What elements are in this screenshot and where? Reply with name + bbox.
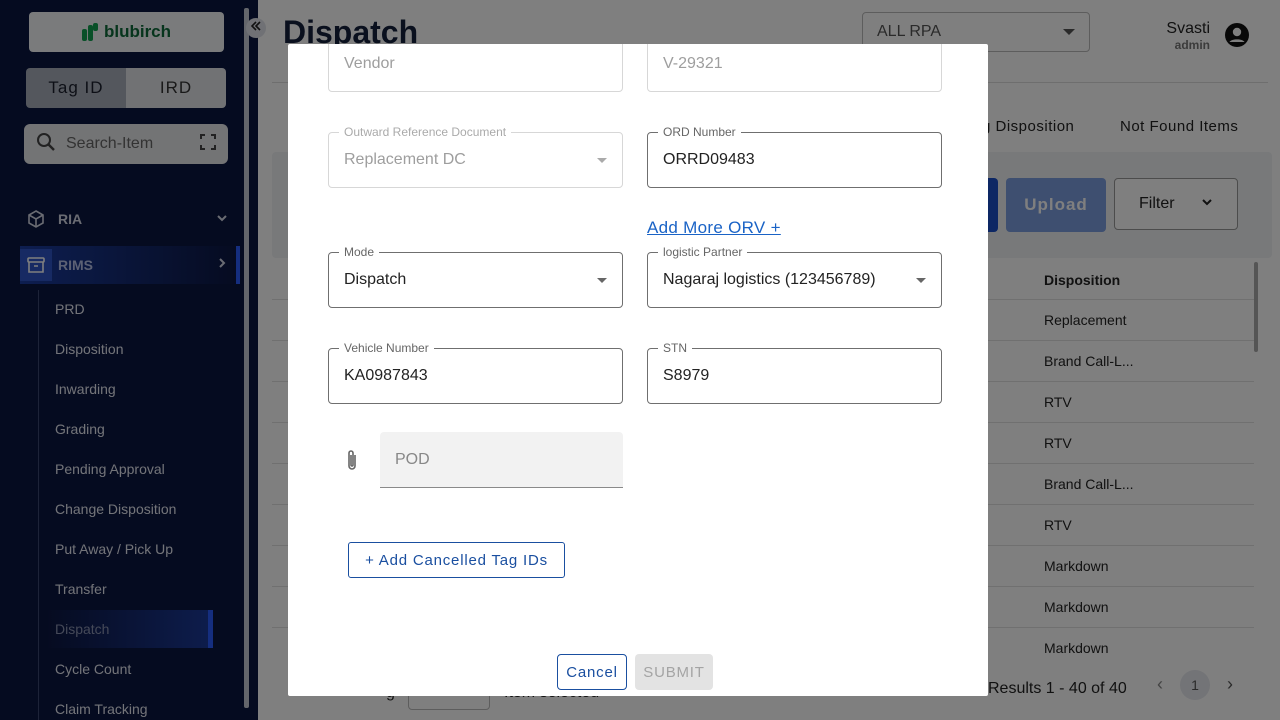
mode-label: Mode bbox=[339, 245, 380, 259]
caret-down-icon bbox=[597, 157, 607, 163]
submit-button[interactable]: SUBMIT bbox=[635, 654, 713, 690]
vehicle-number-label: Vehicle Number bbox=[339, 341, 434, 355]
vehicle-number-value: KA0987843 bbox=[344, 367, 428, 384]
vendor-code-field: V-29321 bbox=[647, 44, 942, 92]
pod-placeholder: POD bbox=[395, 450, 430, 468]
ord-number-input[interactable]: ORD Number ORRD09483 bbox=[647, 125, 942, 188]
caret-down-icon bbox=[597, 277, 607, 283]
ord-number-label: ORD Number bbox=[658, 125, 741, 139]
mode-select[interactable]: Mode Dispatch bbox=[328, 245, 623, 308]
cancel-button[interactable]: Cancel bbox=[557, 654, 627, 690]
add-more-orv-link[interactable]: Add More ORV + bbox=[647, 218, 781, 238]
vendor-code-value: V-29321 bbox=[663, 55, 723, 72]
vendor-field: Vendor bbox=[328, 44, 623, 92]
vehicle-number-input[interactable]: Vehicle Number KA0987843 bbox=[328, 341, 623, 404]
attachment-icon[interactable] bbox=[342, 448, 362, 474]
logistic-partner-select[interactable]: logistic Partner Nagaraj logistics (1234… bbox=[647, 245, 942, 308]
vendor-label: Vendor bbox=[344, 55, 395, 72]
stn-value: S8979 bbox=[663, 367, 710, 384]
stn-label: STN bbox=[658, 341, 692, 355]
pod-upload-field[interactable]: POD bbox=[380, 432, 623, 488]
outward-reference-value: Replacement DC bbox=[344, 151, 466, 168]
logistic-partner-value: Nagaraj logistics (123456789) bbox=[663, 271, 876, 288]
add-cancelled-tag-ids-button[interactable]: + Add Cancelled Tag IDs bbox=[348, 542, 565, 578]
stn-input[interactable]: STN S8979 bbox=[647, 341, 942, 404]
caret-down-icon bbox=[916, 277, 926, 283]
dispatch-modal: Vendor V-29321 Outward Reference Documen… bbox=[288, 44, 988, 696]
mode-value: Dispatch bbox=[344, 271, 407, 288]
logistic-partner-label: logistic Partner bbox=[658, 245, 748, 259]
outward-reference-label: Outward Reference Document bbox=[339, 125, 512, 139]
outward-reference-select: Outward Reference Document Replacement D… bbox=[328, 125, 623, 188]
ord-number-value: ORRD09483 bbox=[663, 151, 755, 168]
